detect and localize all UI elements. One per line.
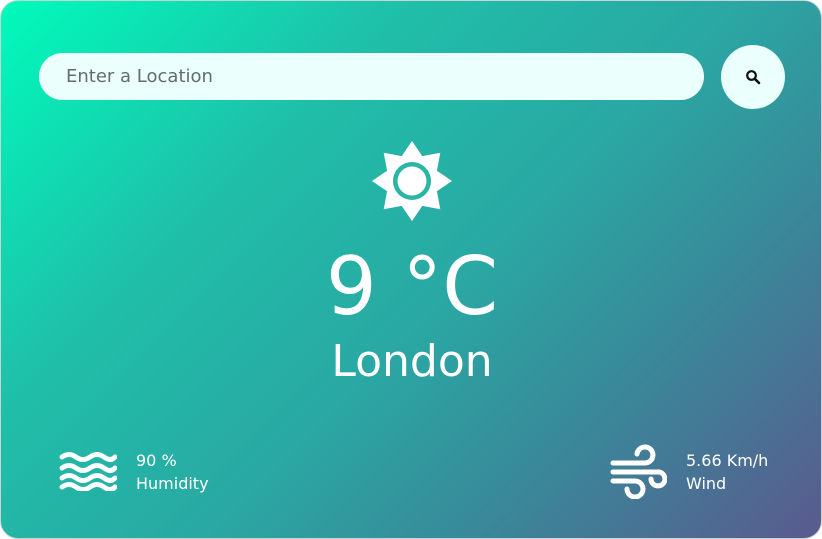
wind-info: 5.66 Km/h Wind xyxy=(686,449,768,495)
humidity-label: Humidity xyxy=(136,474,209,493)
location-search-input[interactable] xyxy=(39,53,704,100)
wind-label: Wind xyxy=(686,474,727,493)
temperature-value: 9 °C xyxy=(325,240,499,333)
search-icon xyxy=(746,70,761,85)
search-button[interactable] xyxy=(721,45,785,109)
city-name: London xyxy=(331,336,493,387)
wind-value: 5.66 Km/h xyxy=(686,451,769,470)
humidity-info: 90 % Humidity xyxy=(136,449,209,495)
weather-card: 9 °C London 90 % Humidity 5.66 Km/h Wind xyxy=(0,0,822,539)
wind-icon xyxy=(610,444,667,499)
humidity-value: 90 % xyxy=(136,451,177,470)
waves-icon xyxy=(59,452,117,491)
sun-icon xyxy=(372,141,452,221)
search-bar xyxy=(39,53,704,100)
